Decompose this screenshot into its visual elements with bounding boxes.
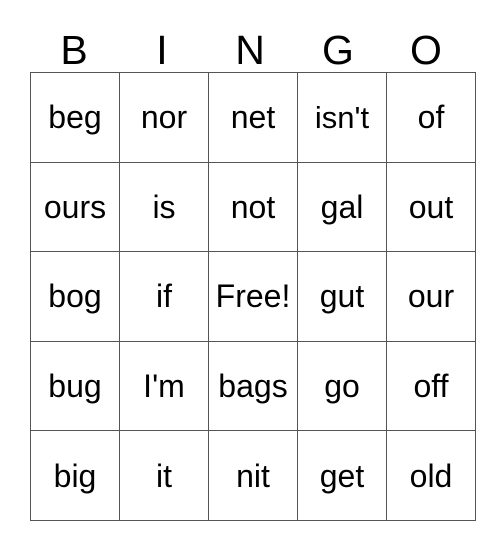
bingo-row: beg nor net isn't of [30,72,476,163]
bingo-cell[interactable]: gut [297,251,387,342]
bingo-cell[interactable]: go [297,340,387,432]
bingo-cell[interactable]: if [119,251,209,342]
bingo-header-letter-o: O [410,27,442,73]
bingo-cell[interactable]: nit [208,430,298,521]
bingo-row: bug I'm bags go off [30,340,476,432]
bingo-cell[interactable]: not [208,161,298,253]
bingo-cell[interactable]: gal [297,161,387,253]
bingo-free-space-cell[interactable]: Free! [208,251,298,342]
bingo-cell[interactable]: big [30,430,120,521]
bingo-cell[interactable]: is [119,161,209,253]
bingo-cell[interactable]: bug [30,340,120,432]
bingo-cell[interactable]: net [208,72,298,163]
bingo-cell[interactable]: ours [30,161,120,253]
bingo-header-letter-n: N [235,27,265,73]
bingo-cell[interactable]: of [386,72,476,163]
bingo-cell[interactable]: our [386,251,476,342]
bingo-cell[interactable]: nor [119,72,209,163]
bingo-cell[interactable]: beg [30,72,120,163]
bingo-header-letter-b: B [60,27,88,73]
bingo-row: bog if Free! gut our [30,251,476,342]
bingo-cell[interactable]: I'm [119,340,209,432]
bingo-cell[interactable]: isn't [297,72,387,163]
bingo-header-letter-i: I [156,27,168,73]
bingo-cell[interactable]: old [386,430,476,521]
bingo-cell[interactable]: out [386,161,476,253]
bingo-cell[interactable]: bog [30,251,120,342]
bingo-row: big it nit get old [30,430,476,521]
bingo-cell[interactable]: bags [208,340,298,432]
bingo-row: ours is not gal out [30,161,476,253]
bingo-cell[interactable]: get [297,430,387,521]
bingo-header-row: B I N G O [30,22,470,72]
bingo-grid: beg nor net isn't of ours is not gal out… [30,72,476,521]
bingo-header-letter-g: G [322,27,354,73]
bingo-card: B I N G O beg nor net isn't of ours is n… [30,22,476,521]
bingo-cell[interactable]: off [386,340,476,432]
bingo-cell[interactable]: it [119,430,209,521]
